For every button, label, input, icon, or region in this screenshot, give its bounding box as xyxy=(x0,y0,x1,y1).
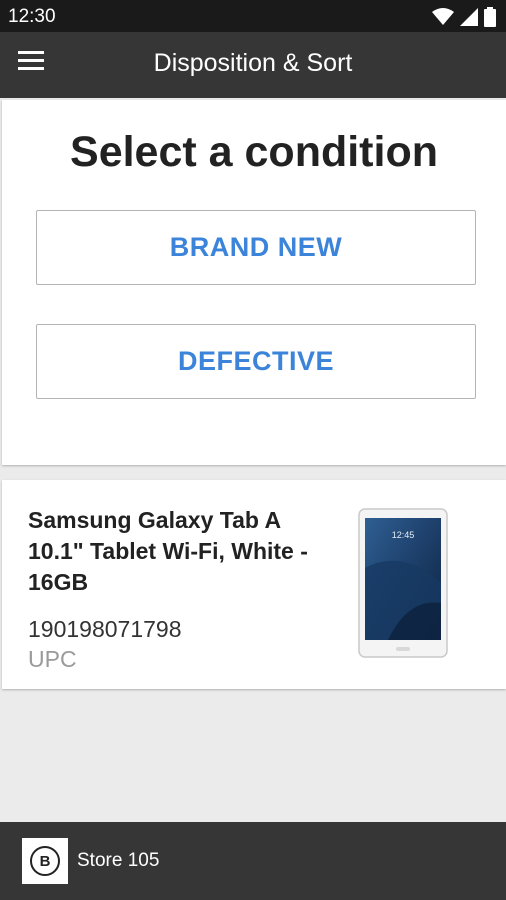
product-upc-value: 190198071798 xyxy=(28,616,182,642)
store-logo-icon: B xyxy=(22,838,68,884)
svg-text:B: B xyxy=(40,853,51,870)
store-name: Store 105 xyxy=(77,850,160,871)
status-time: 12:30 xyxy=(8,6,56,27)
condition-heading: Select a condition xyxy=(70,128,438,176)
status-bar: 12:30 xyxy=(0,0,506,32)
brand-new-button[interactable]: BRAND NEW xyxy=(36,210,476,285)
tablet-product-image: 12:45 xyxy=(358,508,448,658)
product-card: Samsung Galaxy Tab A 10.1" Tablet Wi-Fi,… xyxy=(2,480,506,689)
store-logo-mark: B xyxy=(30,846,60,876)
product-name: Samsung Galaxy Tab A 10.1" Tablet Wi-Fi,… xyxy=(28,507,308,595)
wifi-icon xyxy=(432,8,454,25)
svg-text:12:45: 12:45 xyxy=(392,530,415,540)
product-upc-label: UPC xyxy=(28,646,77,672)
defective-button[interactable]: DEFECTIVE xyxy=(36,324,476,399)
app-bar: Disposition & Sort xyxy=(0,32,506,98)
app-title: Disposition & Sort xyxy=(153,49,353,77)
battery-icon xyxy=(484,7,496,27)
bottom-bar: B Store 105 xyxy=(0,822,506,900)
signal-icon xyxy=(460,8,478,26)
condition-card: Select a condition BRAND NEW DEFECTIVE xyxy=(2,100,506,465)
status-icons xyxy=(432,7,496,27)
